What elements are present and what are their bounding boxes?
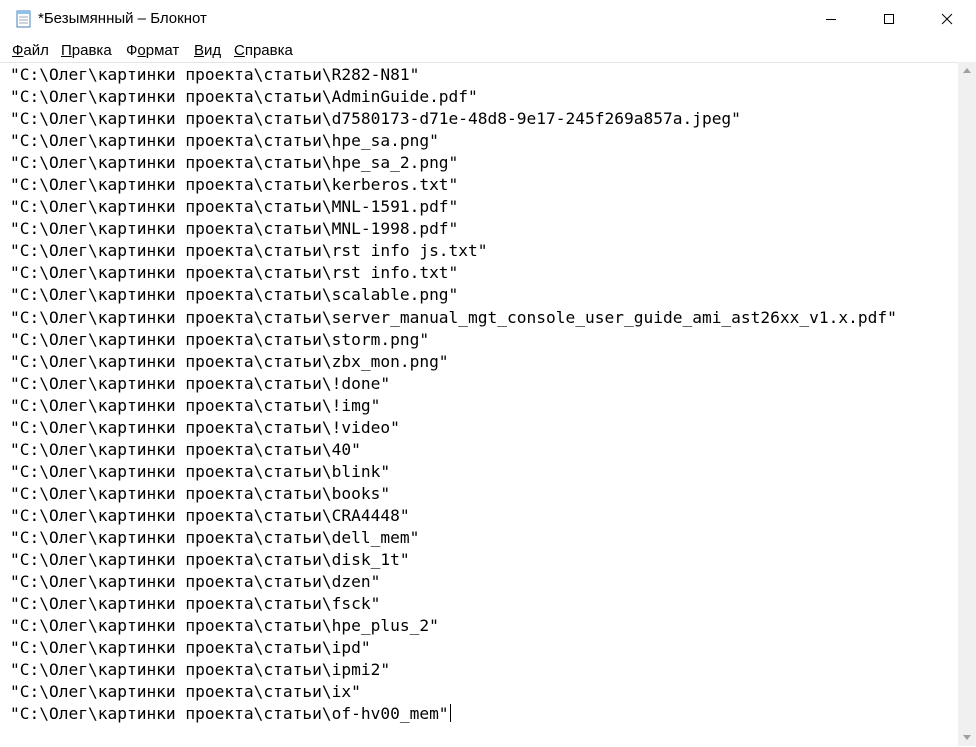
- text-line: "C:\Олег\картинки проекта\статьи\books": [10, 483, 391, 503]
- scroll-up-button[interactable]: [958, 62, 976, 79]
- scroll-up-arrow-icon: [963, 68, 971, 73]
- maximize-button[interactable]: [860, 0, 918, 38]
- minimize-icon: [826, 19, 836, 20]
- maximize-icon: [884, 14, 894, 24]
- text-line: "C:\Олег\картинки проекта\статьи\40": [10, 439, 361, 459]
- menu-file[interactable]: Файл: [12, 42, 49, 59]
- text-line: "C:\Олег\картинки проекта\статьи\rst inf…: [10, 241, 488, 261]
- text-line: "C:\Олег\картинки проекта\статьи\hpe_sa_…: [10, 153, 459, 173]
- close-icon: [941, 13, 953, 25]
- text-line: "C:\Олег\картинки проекта\статьи\server_…: [10, 307, 897, 327]
- text-line: "C:\Олег\картинки проекта\статьи\scalabl…: [10, 285, 459, 305]
- text-line: "C:\Олег\картинки проекта\статьи\dzen": [10, 572, 381, 592]
- text-line: "C:\Олег\картинки проекта\статьи\kerbero…: [10, 175, 459, 195]
- text-caret: [449, 704, 451, 723]
- text-line-last: "C:\Олег\картинки проекта\статьи\of-hv00…: [10, 704, 449, 724]
- menu-edit[interactable]: Правка: [61, 42, 112, 59]
- scroll-down-button[interactable]: [958, 729, 976, 746]
- menu-view-hotkey: В: [194, 42, 205, 59]
- minimize-button[interactable]: [802, 0, 860, 38]
- text-line: "C:\Олег\картинки проекта\статьи\ipd": [10, 638, 371, 658]
- window-title: *Безымянный – Блокнот: [38, 10, 207, 27]
- text-line: "C:\Олег\картинки проекта\статьи\!video": [10, 417, 400, 437]
- menu-view-label: ид: [204, 42, 222, 59]
- text-line: "C:\Олег\картинки проекта\статьи\!done": [10, 373, 391, 393]
- text-line: "C:\Олег\картинки проекта\статьи\ipmi2": [10, 660, 391, 680]
- title-bar[interactable]: *Безымянный – Блокнот: [0, 0, 976, 38]
- text-line: "C:\Олег\картинки проекта\статьи\zbx_mon…: [10, 351, 449, 371]
- text-line: "C:\Олег\картинки проекта\статьи\MNL-199…: [10, 219, 459, 239]
- text-line: "C:\Олег\картинки проекта\статьи\dell_me…: [10, 527, 420, 547]
- notepad-icon: [14, 9, 34, 29]
- text-line: "C:\Олег\картинки проекта\статьи\R282-N8…: [10, 65, 420, 84]
- menu-view[interactable]: Вид: [194, 42, 221, 59]
- scroll-down-arrow-icon: [963, 735, 971, 740]
- text-line: "C:\Олег\картинки проекта\статьи\fsck": [10, 594, 381, 614]
- menu-format-prefix: Ф: [126, 42, 138, 59]
- menu-format-hotkey: о: [137, 42, 146, 59]
- editor-lines: "C:\Олег\картинки проекта\статьи\R282-N8…: [10, 64, 897, 725]
- text-line: "C:\Олег\картинки проекта\статьи\storm.p…: [10, 329, 430, 349]
- close-button[interactable]: [918, 0, 976, 38]
- text-line-current: "C:\Олег\картинки проекта\статьи\of-hv00…: [10, 703, 897, 725]
- text-line: "C:\Олег\картинки проекта\статьи\blink": [10, 461, 391, 481]
- text-line: "C:\Олег\картинки проекта\статьи\ix": [10, 682, 361, 702]
- menu-edit-label: равка: [71, 42, 112, 59]
- menu-edit-hotkey: П: [61, 42, 72, 59]
- text-line: "C:\Олег\картинки проекта\статьи\CRA4448…: [10, 505, 410, 525]
- text-line: "C:\Олег\картинки проекта\статьи\rst inf…: [10, 263, 459, 283]
- menu-help-hotkey: С: [234, 42, 245, 59]
- vertical-scrollbar[interactable]: [958, 62, 976, 746]
- text-line: "C:\Олег\картинки проекта\статьи\AdminGu…: [10, 87, 478, 107]
- menu-bar: Файл Правка Формат Вид Справка: [0, 38, 976, 62]
- menu-file-label: айл: [23, 42, 49, 59]
- menu-help-label: правка: [244, 42, 293, 59]
- menu-file-hotkey: Ф: [12, 42, 24, 59]
- text-editor-area[interactable]: "C:\Олег\картинки проекта\статьи\R282-N8…: [0, 62, 958, 747]
- text-line: "C:\Олег\картинки проекта\статьи\!img": [10, 395, 381, 415]
- text-line: "C:\Олег\картинки проекта\статьи\hpe_plu…: [10, 616, 439, 636]
- notepad-window: *Безымянный – Блокнот Файл Правка Формат…: [0, 0, 976, 747]
- menu-format-label: рмат: [145, 42, 180, 59]
- text-line: "C:\Олег\картинки проекта\статьи\hpe_sa.…: [10, 131, 439, 151]
- menu-help[interactable]: Справка: [234, 42, 293, 59]
- text-line: "C:\Олег\картинки проекта\статьи\d758017…: [10, 109, 741, 129]
- menu-format[interactable]: Формат: [126, 42, 179, 59]
- text-line: "C:\Олег\картинки проекта\статьи\MNL-159…: [10, 197, 459, 217]
- text-line: "C:\Олег\картинки проекта\статьи\disk_1t…: [10, 550, 410, 570]
